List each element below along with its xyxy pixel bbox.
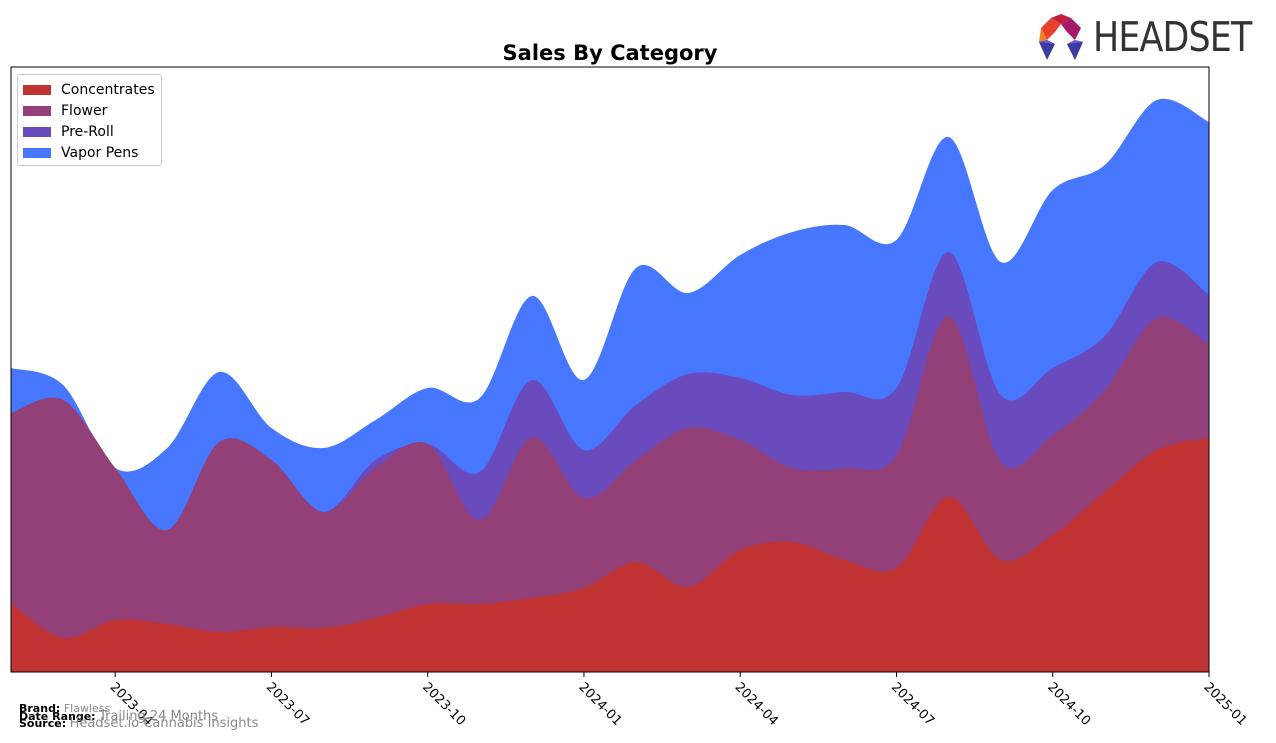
legend-swatch [23,126,51,137]
legend-label: Vapor Pens [61,144,139,161]
sales-by-category-chart: Sales By Category 2023-04 2023-07 2023-10 2… [10,41,1250,729]
x-axis: 2023-04 2023-07 2023-10 2024-01 2024-04 2024-… [107,672,1250,729]
legend-swatch [23,84,51,95]
legend-item: Concentrates [23,79,155,100]
legend: Concentrates Flower Pre-Roll Vapor Pens [17,74,162,166]
source-label: Source: [19,717,67,730]
area-layers [11,98,1209,672]
legend-item: Flower [23,100,155,121]
x-tick-label: 2024-04 [732,680,781,729]
x-tick-label: 2024-07 [888,680,937,729]
legend-swatch [23,105,51,116]
footer-source: Source: Headset.io Cannabis Insights [19,717,258,730]
x-tick-label: 2024-10 [1044,680,1093,729]
legend-item: Pre-Roll [23,121,155,142]
legend-label: Pre-Roll [61,123,114,140]
source-value: Headset.io Cannabis Insights [69,716,259,731]
legend-label: Flower [61,102,108,119]
legend-label: Concentrates [61,81,155,98]
legend-item: Vapor Pens [23,142,155,163]
x-tick-label: 2025-01 [1201,680,1250,729]
logo-text: HEADSET [1093,13,1252,61]
headset-logo-icon [1039,14,1083,60]
x-tick-label: 2024-01 [575,680,624,729]
legend-swatch [23,147,51,158]
chart-title: Sales By Category [503,41,718,65]
headset-logo: HEADSET [1037,13,1276,61]
x-tick-label: 2023-10 [419,680,468,729]
x-tick-label: 2023-07 [263,680,312,729]
